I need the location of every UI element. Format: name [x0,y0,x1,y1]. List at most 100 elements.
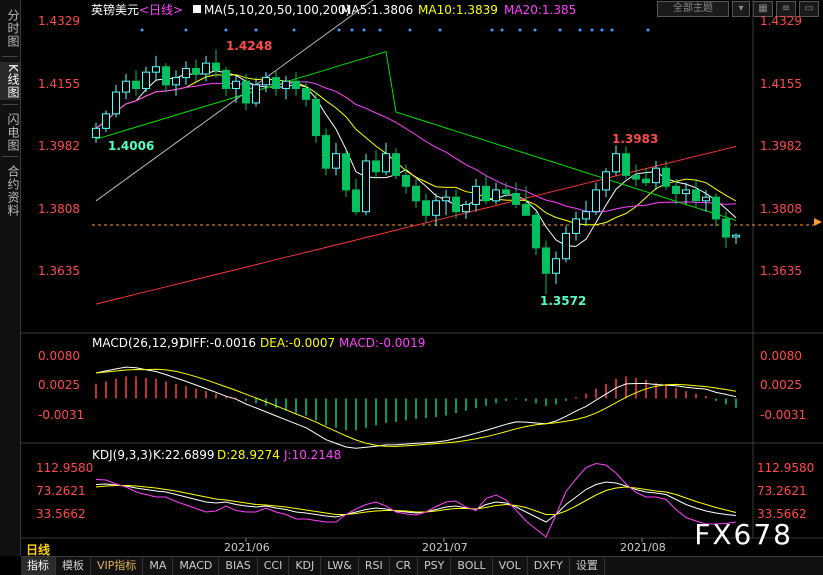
candle-body [242,80,250,104]
kdj-k-line [95,481,737,523]
indicator-tab-12[interactable]: BOLL [451,557,493,575]
signal-dot [558,28,562,32]
macd-dea: DEA:-0.0007 [260,336,335,350]
kdj-k: K:22.6899 [153,448,215,462]
candle-body [342,153,350,191]
candle-body [472,185,480,205]
indicator-tab-11[interactable]: PSY [418,557,452,575]
kdj-tick-label: 33.5662 [36,507,86,521]
price-tick-label: 1.4155 [760,77,802,91]
candle-body [602,171,610,191]
candle-body [332,153,340,169]
indicator-tab-5[interactable]: BIAS [219,557,258,575]
candle-body [412,185,420,202]
signal-dot [408,28,412,32]
signal-dot [140,28,144,32]
signal-dot [292,28,296,32]
candle-body [102,113,110,129]
price-marker-icon [814,218,822,226]
indicator-tab-15[interactable]: 设置 [570,557,605,575]
indicator-tab-7[interactable]: KDJ [289,557,322,575]
price-tick-label: 1.4155 [38,77,80,91]
signal-dot [600,28,604,32]
indicator-tab-1[interactable]: 模板 [56,557,91,575]
price-tick-label: 1.4329 [38,14,80,28]
symbol-title: 英镑美元 [91,2,139,17]
ma-settings-icon[interactable] [193,5,201,13]
right-price-axis: 1.4329 1.4155 1.3982 1.3808 1.3635 [760,14,802,278]
candle-body [502,189,510,195]
signal-dot [362,28,366,32]
candle-body [532,214,540,249]
indicator-tab-3[interactable]: MA [143,557,174,575]
signal-dot [438,28,442,32]
left-price-axis: 1.4329 1.4155 1.3982 1.3808 1.3635 [38,14,80,278]
ma5-line [95,70,737,247]
candle-body [162,66,170,86]
time-label: 2021/06 [224,541,270,554]
ma100-line [95,0,374,202]
kdj-title: KDJ(9,3,3) [92,448,153,462]
signal-dot [224,28,228,32]
chart-canvas[interactable]: 英镑美元 <日线> MA(5,10,20,50,100,200) MA5:1.3… [0,0,823,556]
candle-body [642,178,650,184]
indicator-tab-8[interactable]: LW& [321,557,359,575]
indicator-tab-13[interactable]: VOL [493,557,528,575]
kdj-tick-label: 73.2621 [757,484,807,498]
kdj-j-line [95,462,737,538]
signal-dot [254,28,258,32]
signal-dot [533,28,537,32]
candle-body [432,200,440,216]
candle-body [552,258,560,274]
candle-body [672,185,680,195]
time-axis: 2021/06 2021/07 2021/08 [224,538,666,554]
indicator-tab-4[interactable]: MACD [173,557,220,575]
indicator-tab-6[interactable]: CCI [258,557,290,575]
kdj-tick-label: 112.9580 [36,461,93,475]
candle-body [592,189,600,213]
candle-body [482,185,490,202]
signal-dot [350,28,354,32]
candle-body [312,98,320,137]
kdj-lines [95,462,737,538]
macd-tick-label: 0.0025 [760,378,802,392]
candle-body [292,80,300,89]
candle-body [682,189,690,195]
macd-tick-label: -0.0031 [38,408,84,422]
indicator-tab-14[interactable]: DXFY [528,557,570,575]
candle-body [692,189,700,202]
signal-dot [646,28,650,32]
watermark-logo: FX678 [694,518,793,551]
candle-body [182,68,190,79]
candlesticks [92,49,740,295]
candle-body [172,77,180,86]
candle-body [302,87,310,100]
candle-body [542,247,550,274]
time-label: 2021/07 [422,541,468,554]
candle-body [422,200,430,216]
price-tick-label: 1.3808 [38,202,80,216]
kdj-tick-label: 112.9580 [757,461,814,475]
candle-body [562,232,570,260]
candle-body [622,153,630,176]
candle-body [262,77,270,86]
indicator-tab-0[interactable]: 指标 [21,557,56,575]
price-tick-label: 1.3982 [760,139,802,153]
indicator-tab-2[interactable]: VIP指标 [91,557,144,575]
indicator-tabs: 指标 模板 VIP指标 MA MACD BIAS CCI KDJ LW& RSI CR PSY BOLL… [21,556,823,575]
signal-dot [490,28,494,32]
indicator-tab-10[interactable]: CR [390,557,419,575]
ma20-value: MA20:1.385 [504,3,576,17]
swing-high-annotation: 1.3983 [612,132,658,146]
indicator-tab-9[interactable]: RSI [359,557,390,575]
candle-body [282,80,290,89]
candle-body [572,218,580,234]
period-tag: <日线> [139,3,183,17]
macd-tick-label: -0.0031 [760,408,806,422]
macd-tick-label: 0.0080 [38,349,80,363]
candle-body [192,68,200,75]
candle-body [152,66,160,73]
candle-body [662,167,670,187]
ma-params: MA(5,10,20,50,100,200) [204,3,350,17]
candle-body [442,196,450,202]
